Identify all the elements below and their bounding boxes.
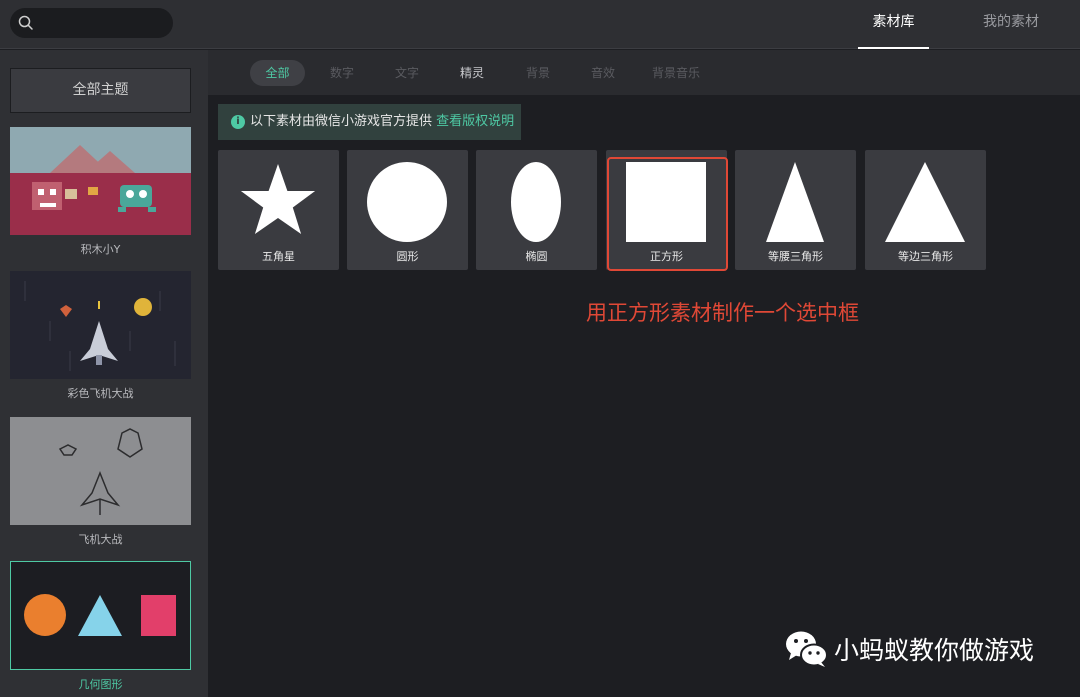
asset-card-isosceles-triangle[interactable]: 等腰三角形 [735, 150, 856, 270]
selection-highlight-box [607, 157, 728, 271]
equilateral-triangle-icon [885, 162, 965, 242]
notice-text: 以下素材由微信小游戏官方提供 [250, 114, 433, 129]
theme-thumbnail [10, 417, 191, 525]
top-bar: 素材库 我的素材 [0, 0, 1080, 49]
theme-thumbnail [10, 127, 191, 235]
theme-item-blocks-y[interactable]: 积木小Y [10, 127, 191, 257]
category-bar: 全部 数字 文字 精灵 背景 音效 背景音乐 [208, 50, 1080, 95]
theme-label: 彩色飞机大战 [67, 387, 134, 400]
category-all[interactable]: 全部 [250, 60, 305, 86]
watermark: 小蚂蚁教你做游戏 [784, 628, 1034, 670]
theme-item-color-plane-war[interactable]: 彩色飞机大战 [10, 271, 191, 401]
star-icon [240, 164, 316, 234]
tab-asset-library[interactable]: 素材库 [858, 0, 929, 49]
annotation-text: 用正方形素材制作一个选中框 [586, 301, 859, 325]
theme-label: 飞机大战 [78, 533, 123, 546]
category-numbers[interactable]: 数字 [320, 60, 364, 86]
asset-label: 圆形 [396, 250, 419, 263]
active-tab-indicator [858, 47, 929, 49]
theme-label: 几何图形 [78, 678, 123, 691]
copyright-link[interactable]: 查看版权说明 [436, 114, 514, 129]
isosceles-triangle-icon [766, 162, 824, 242]
search-icon [18, 15, 33, 30]
tab-my-assets[interactable]: 我的素材 [975, 0, 1047, 49]
asset-label: 椭圆 [525, 250, 548, 263]
tab-label: 我的素材 [983, 14, 1039, 30]
search-input[interactable] [10, 8, 173, 38]
asset-card-circle[interactable]: 圆形 [347, 150, 468, 270]
theme-label: 积木小Y [80, 243, 121, 256]
copyright-notice: i 以下素材由微信小游戏官方提供 查看版权说明 [218, 104, 521, 140]
category-sprites[interactable]: 精灵 [450, 60, 494, 86]
asset-label: 等腰三角形 [768, 250, 823, 263]
asset-card-ellipse[interactable]: 椭圆 [476, 150, 597, 270]
category-background-music[interactable]: 背景音乐 [646, 60, 706, 86]
asset-card-star[interactable]: 五角星 [218, 150, 339, 270]
asset-panel: 全部 数字 文字 精灵 背景 音效 背景音乐 i 以下素材由微信小游戏官方提供 … [208, 50, 1080, 697]
asset-label: 等边三角形 [898, 250, 953, 263]
all-themes-button[interactable]: 全部主题 [10, 68, 191, 113]
category-sound-effects[interactable]: 音效 [581, 60, 625, 86]
theme-thumbnail [10, 561, 191, 670]
asset-card-equilateral-triangle[interactable]: 等边三角形 [865, 150, 986, 270]
category-backgrounds[interactable]: 背景 [516, 60, 560, 86]
ellipse-icon [511, 162, 561, 242]
watermark-text: 小蚂蚁教你做游戏 [834, 636, 1035, 665]
category-text[interactable]: 文字 [385, 60, 429, 86]
asset-label: 五角星 [262, 250, 295, 263]
theme-thumbnail [10, 271, 191, 379]
theme-item-geometry[interactable]: 几何图形 [10, 561, 191, 692]
info-icon: i [231, 115, 245, 129]
theme-sidebar: 全部主题 积木小Y 彩色飞机大战 飞机大战 几何图形 [0, 50, 208, 697]
theme-item-plane-war[interactable]: 飞机大战 [10, 417, 191, 547]
wechat-icon [786, 631, 828, 667]
tab-label: 素材库 [872, 14, 915, 30]
circle-icon [367, 162, 447, 242]
